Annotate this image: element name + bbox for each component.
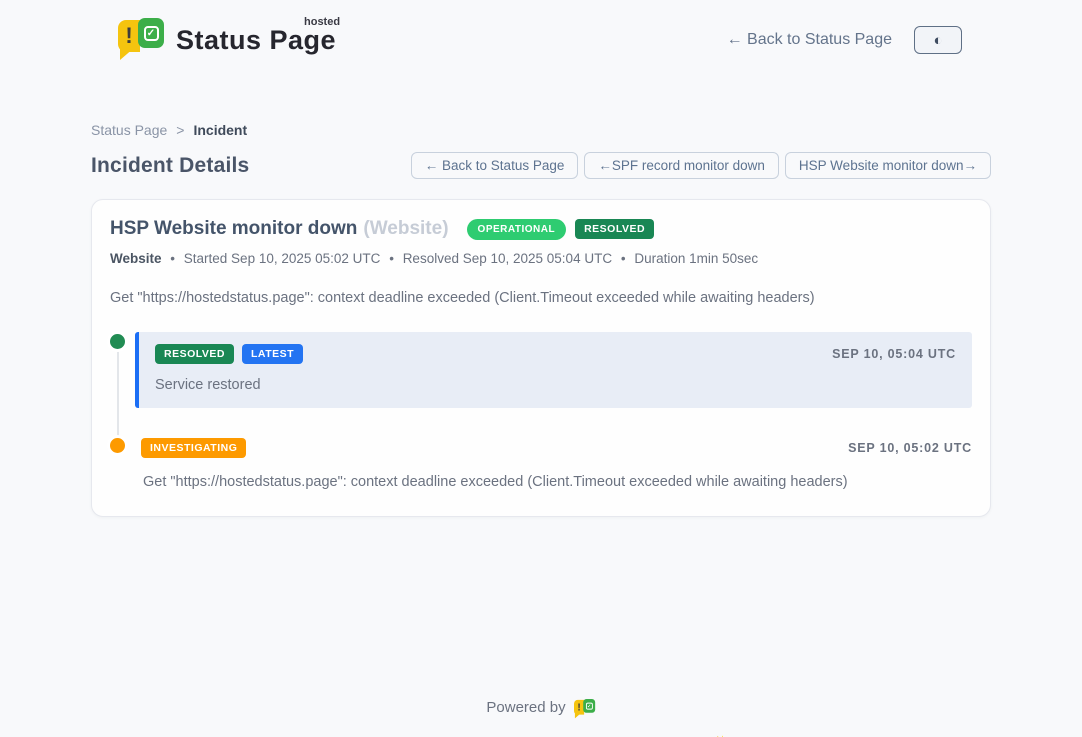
page-footer: Powered by ! ✓ © 2025-10-08 14:10:34.772… — [0, 697, 1082, 737]
operational-badge: OPERATIONAL — [467, 219, 567, 240]
timeline-dot-green — [110, 334, 125, 349]
brand-hosted-label: hosted — [304, 16, 340, 28]
next-incident-button[interactable]: HSP Website monitor down→ — [785, 152, 991, 179]
powered-by-link[interactable]: Powered by ! ✓ — [486, 697, 595, 718]
incident-card: HSP Website monitor down (Website) OPERA… — [91, 199, 991, 517]
timeline-entry-investigating: INVESTIGATING SEP 10, 05:02 UTC Get "htt… — [110, 436, 972, 490]
breadcrumb: Status Page > Incident — [91, 122, 991, 138]
bubble-yellow-half: ! — [118, 20, 140, 52]
status-bubble-icon: ! ✓ — [118, 18, 164, 62]
timeline-entry-resolved: RESOLVED LATEST SEP 10, 05:04 UTC Servic… — [110, 332, 972, 408]
incident-meta: Website • Started Sep 10, 2025 05:02 UTC… — [110, 251, 972, 266]
timeline-entry-badges: RESOLVED LATEST — [155, 344, 303, 364]
brand-logo[interactable]: ! ✓ Status Page hosted — [118, 18, 336, 62]
incident-card-header: HSP Website monitor down (Website) OPERA… — [110, 218, 972, 240]
half-circle-theme-icon: ◐ — [933, 33, 942, 48]
resolved-badge: RESOLVED — [575, 219, 654, 239]
timeline-entry-body: INVESTIGATING SEP 10, 05:02 UTC Get "htt… — [135, 436, 972, 490]
main-content: Status Page > Incident Incident Details … — [91, 122, 991, 517]
back-to-status-page-button[interactable]: ← Back to Status Page — [411, 152, 579, 179]
timeline-entry-badges: INVESTIGATING — [141, 438, 246, 458]
incident-title: HSP Website monitor down — [110, 218, 357, 240]
timeline-dot-orange — [110, 438, 125, 453]
incident-nav-buttons: ← Back to Status Page ←SPF record monito… — [411, 152, 991, 179]
meta-resolved: Resolved Sep 10, 2025 05:04 UTC — [403, 251, 612, 266]
mini-status-bubble-icon: ! ✓ — [574, 699, 596, 720]
breadcrumb-incident: Incident — [193, 122, 247, 138]
title-row: Incident Details ← Back to Status Page ←… — [91, 152, 991, 179]
incident-description: Get "https://hostedstatus.page": context… — [110, 290, 972, 306]
timeline-timestamp: SEP 10, 05:02 UTC — [848, 441, 972, 455]
incident-component: (Website) — [363, 218, 448, 240]
brand-name: Status Page hosted — [176, 25, 336, 56]
theme-toggle-button[interactable]: ◐ — [914, 26, 962, 54]
timeline-highlight-box: RESOLVED LATEST SEP 10, 05:04 UTC Servic… — [135, 332, 972, 408]
meta-started: Started Sep 10, 2025 05:02 UTC — [184, 251, 381, 266]
timeline-timestamp: SEP 10, 05:04 UTC — [832, 347, 956, 361]
top-bar: ! ✓ Status Page hosted ← Back to Status … — [0, 0, 1082, 76]
exclamation-glyph: ! — [125, 25, 132, 47]
brand-title: Status Page — [176, 25, 336, 55]
breadcrumb-separator: > — [176, 122, 184, 138]
resolved-badge: RESOLVED — [155, 344, 234, 364]
investigating-badge: INVESTIGATING — [141, 438, 246, 458]
breadcrumb-status-page[interactable]: Status Page — [91, 122, 167, 138]
timeline-plain-box: INVESTIGATING SEP 10, 05:02 UTC Get "htt… — [135, 436, 972, 490]
header-back-to-status-link[interactable]: ← Back to Status Page — [727, 31, 892, 49]
timeline-entry-header: RESOLVED LATEST SEP 10, 05:04 UTC — [155, 344, 956, 364]
incident-status-badges: OPERATIONAL RESOLVED — [467, 219, 655, 240]
meta-component: Website — [110, 251, 162, 266]
bubble-green-half: ✓ — [138, 18, 164, 48]
meta-separator: • — [389, 251, 394, 266]
timeline-message: Service restored — [155, 377, 956, 393]
timeline-message: Get "https://hostedstatus.page": context… — [141, 474, 972, 490]
meta-separator: • — [170, 251, 175, 266]
incident-timeline: RESOLVED LATEST SEP 10, 05:04 UTC Servic… — [110, 332, 972, 490]
powered-by-label: Powered by — [486, 699, 565, 716]
prev-incident-button[interactable]: ←SPF record monitor down — [584, 152, 779, 179]
header-actions: ← Back to Status Page ◐ — [727, 26, 962, 54]
latest-badge: LATEST — [242, 344, 303, 364]
meta-duration: Duration 1min 50sec — [634, 251, 758, 266]
meta-separator: • — [621, 251, 626, 266]
check-icon: ✓ — [144, 26, 159, 41]
timeline-entry-header: INVESTIGATING SEP 10, 05:02 UTC — [141, 438, 972, 458]
page-title: Incident Details — [91, 154, 249, 178]
timeline-entry-body: RESOLVED LATEST SEP 10, 05:04 UTC Servic… — [135, 332, 972, 408]
